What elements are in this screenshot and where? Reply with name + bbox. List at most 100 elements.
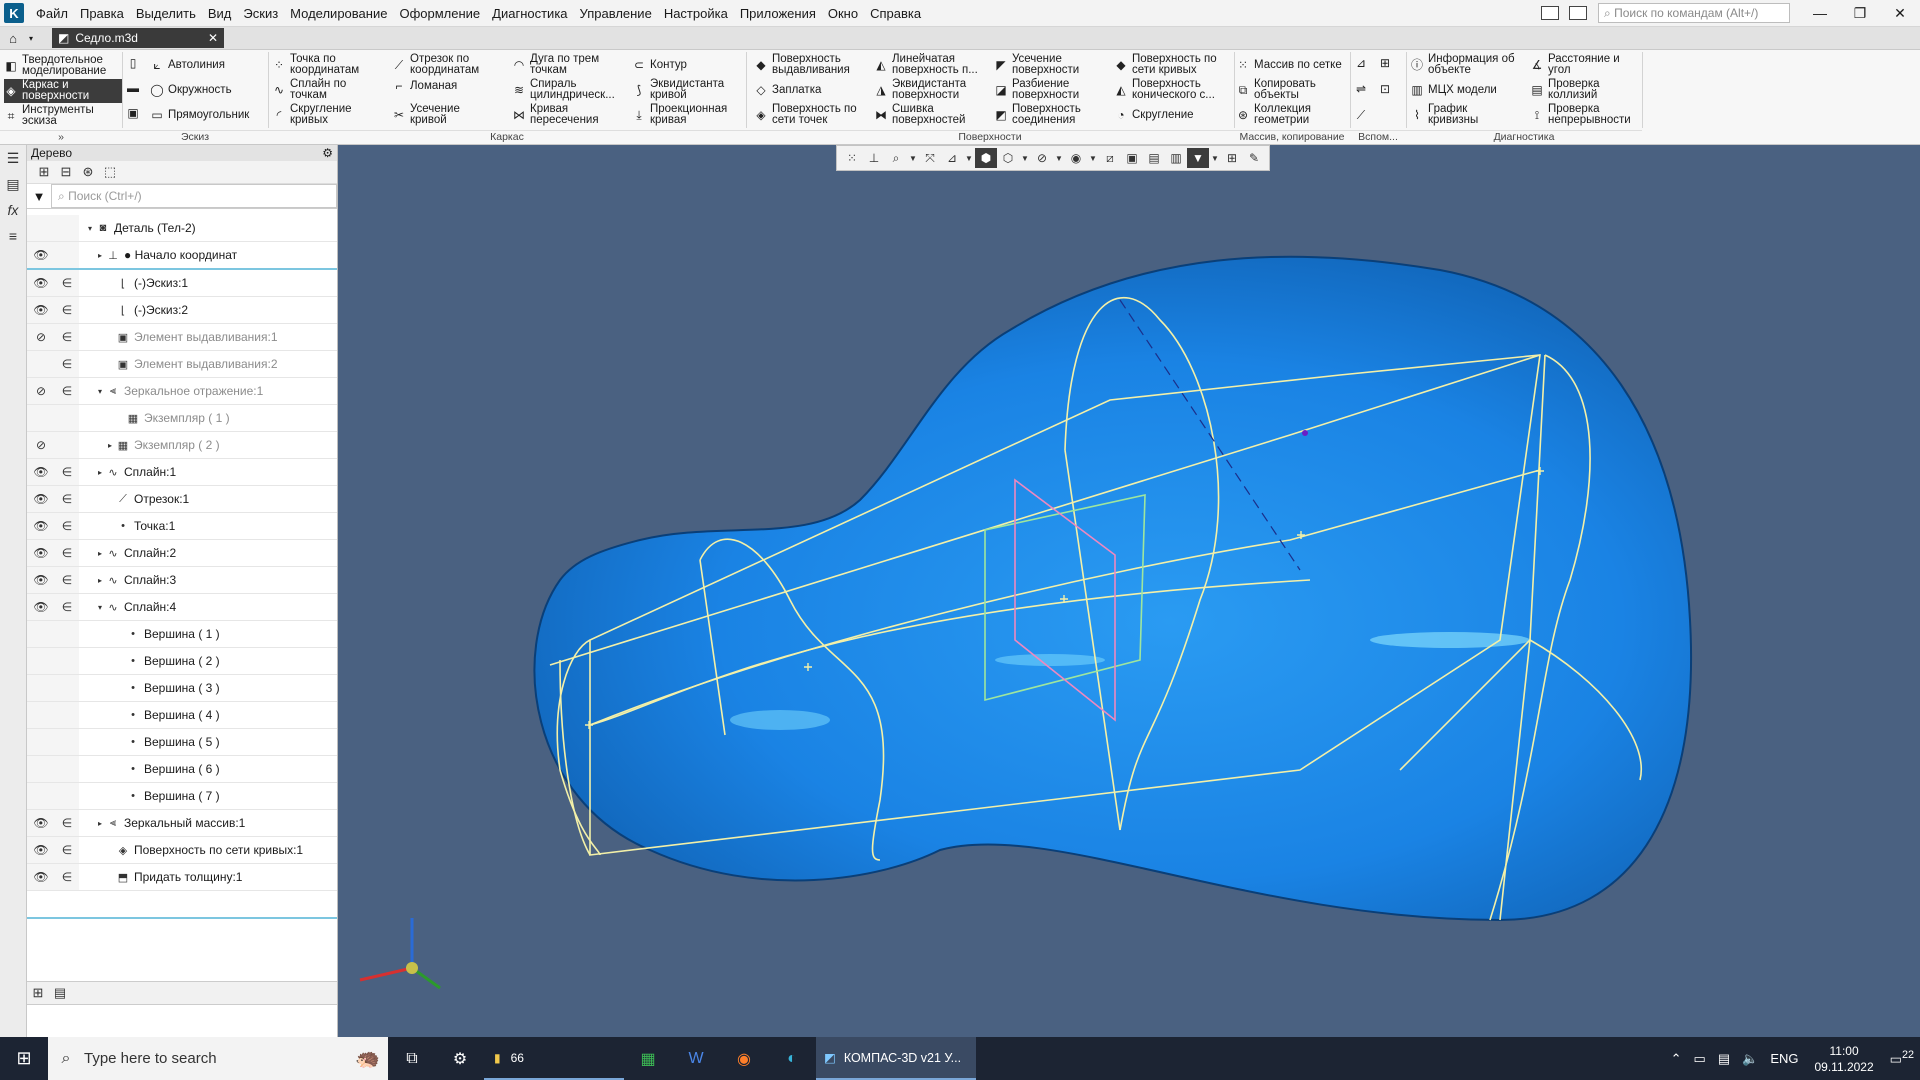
chevron-down-icon[interactable]: ▼ [1019, 148, 1031, 168]
close-tab-icon[interactable]: ✕ [208, 31, 218, 45]
autoline-button[interactable]: ⟀ Автолиния [150, 58, 225, 72]
minimize-button[interactable]: — [1800, 5, 1840, 21]
chevron-down-icon[interactable]: ▼ [1209, 148, 1221, 168]
selected-point[interactable] [1302, 430, 1308, 436]
expand-toggle-icon[interactable]: ▸ [105, 441, 115, 450]
point-grid-surface-button[interactable]: ◈ Поверхность по сети точек [754, 103, 856, 126]
tree-row[interactable]: ▦ Экземпляр ( 1 ) [27, 405, 337, 432]
visibility-icon[interactable] [27, 675, 55, 701]
tree-view-tab-icon[interactable]: ⊞ [27, 984, 49, 1002]
conic-surface-button[interactable]: ◭ Поверхность конического с... [1114, 78, 1215, 101]
orientation-triad[interactable] [359, 918, 441, 990]
menu-item[interactable]: Вид [202, 6, 238, 21]
tree-row[interactable]: 👁 ∈ ▸ ⫷ Зеркальный массив:1 [27, 810, 337, 837]
menu-item[interactable]: Приложения [734, 6, 822, 21]
curvature-graph-button[interactable]: ⌇ График кривизны [1410, 103, 1478, 126]
expand-toggle-icon[interactable]: ▸ [95, 549, 105, 558]
tree-row[interactable]: 👁 ∈ ▾ ∿ Сплайн:4 [27, 594, 337, 621]
aux-axis-button[interactable]: ⊞ [1378, 56, 1396, 70]
segment-by-coords-button[interactable]: ⟋ Отрезок по координатам [392, 53, 479, 76]
restore-button[interactable]: ❐ [1840, 5, 1880, 22]
surfaces-group-label[interactable]: Поверхности [746, 130, 1234, 144]
language-indicator[interactable]: ENG [1764, 1051, 1804, 1066]
menu-item[interactable]: Окно [822, 6, 864, 21]
dependency-icon[interactable]: ∈ [55, 594, 79, 620]
aux-group-label[interactable]: Вспом... [1350, 130, 1406, 144]
tree-row[interactable]: • Вершина ( 5 ) [27, 729, 337, 756]
dependency-icon[interactable] [55, 702, 79, 728]
new-sketch-button[interactable]: ▯ [126, 56, 144, 70]
windows-start-button[interactable]: ⊞ [0, 1037, 48, 1080]
taskbar-search-input[interactable]: ⌕ Type here to search 🦔 [48, 1037, 388, 1080]
kompas-logo-icon[interactable]: K [4, 3, 24, 23]
pan-icon[interactable]: ⤧ [919, 148, 941, 168]
aux-cs-button[interactable]: ⊡ [1378, 82, 1396, 96]
tree-row[interactable]: ▾ ◙ Деталь (Тел-2) [27, 215, 337, 242]
collision-check-button[interactable]: ▤ Проверка коллизий [1530, 78, 1599, 101]
dependency-icon[interactable] [55, 621, 79, 647]
point-by-coords-button[interactable]: ⁘ Точка по координатам [272, 53, 359, 76]
visibility-icon[interactable]: 👁 [27, 594, 55, 620]
offset-surface-button[interactable]: ◮ Эквидистанта поверхности [874, 78, 966, 101]
dependency-icon[interactable]: ∈ [55, 459, 79, 485]
chevron-down-icon[interactable]: ▼ [907, 148, 919, 168]
panel-layout-icon[interactable] [1541, 6, 1559, 20]
close-button[interactable]: ✕ [1880, 5, 1920, 22]
patch-button[interactable]: ◇ Заплатка [754, 83, 821, 97]
snapshot-icon[interactable]: ▥ [1165, 148, 1187, 168]
taskbar-kompas[interactable]: ◩ КОМПАС-3D v21 У... [816, 1037, 976, 1080]
expand-toggle-icon[interactable]: ▸ [95, 251, 105, 260]
dependency-icon[interactable]: ∈ [55, 324, 79, 350]
firefox-icon[interactable]: ◉ [720, 1037, 768, 1080]
coordinate-axes-icon[interactable]: ⊥ [863, 148, 885, 168]
menu-item[interactable]: Оформление [393, 6, 486, 21]
continuity-check-button[interactable]: ⟟ Проверка непрерывности [1530, 103, 1631, 126]
ruled-surface-button[interactable]: ◭ Линейчатая поверхность п... [874, 53, 977, 76]
shaded-view-icon[interactable]: ⬢ [975, 148, 997, 168]
menu-item[interactable]: Эскиз [237, 6, 284, 21]
menu-item[interactable]: Выделить [130, 6, 202, 21]
surface-fillet-button[interactable]: ◔ Скругление [1114, 108, 1193, 122]
tree-links-icon[interactable]: ⊛ [77, 163, 99, 181]
zoom-icon[interactable]: ⌕ [885, 148, 907, 168]
dependency-icon[interactable] [55, 215, 79, 241]
offset-curve-button[interactable]: ⟆ Эквидистанта кривой [632, 78, 724, 101]
visibility-icon[interactable] [27, 783, 55, 809]
tree-row[interactable]: ⊘ ▸ ▦ Экземпляр ( 2 ) [27, 432, 337, 459]
aux-line-button[interactable]: ⟋ [1354, 108, 1372, 122]
visibility-icon[interactable]: 👁 [27, 297, 55, 323]
tree-panel-icon[interactable]: ☰ [0, 145, 26, 171]
tree-row[interactable]: 👁 ∈ ▸ ∿ Сплайн:1 [27, 459, 337, 486]
network-icon[interactable]: ▤ [1712, 1051, 1736, 1067]
expand-toggle-icon[interactable]: ▸ [95, 468, 105, 477]
tree-row[interactable]: 👁 ∈ ▸ ∿ Сплайн:2 [27, 540, 337, 567]
frame-group-label[interactable]: Каркас [268, 130, 746, 144]
intersection-curve-button[interactable]: ⋈ Кривая пересечения [512, 103, 599, 126]
cylindrical-helix-button[interactable]: ≋ Спираль цилиндрическ... [512, 78, 615, 101]
tree-row[interactable]: 👁 ∈ ⌊ (-)Эскиз:2 [27, 297, 337, 324]
filter-icon[interactable]: ▼ [1187, 148, 1209, 168]
tree-row[interactable]: • Вершина ( 4 ) [27, 702, 337, 729]
expand-toggle-icon[interactable]: ▾ [95, 387, 105, 396]
trim-surface-button[interactable]: ◤ Усечение поверхности [994, 53, 1079, 76]
filter-icon[interactable]: ▼ [27, 189, 51, 204]
visibility-icon[interactable]: 👁 [27, 513, 55, 539]
object-info-button[interactable]: ⓘ Информация об объекте [1410, 53, 1515, 76]
menu-item[interactable]: Моделирование [284, 6, 393, 21]
tree-search-input[interactable]: ⌕ Поиск (Ctrl+/) [51, 184, 337, 208]
wireframe-view-icon[interactable]: ⬡ [997, 148, 1019, 168]
dependency-icon[interactable] [55, 729, 79, 755]
tree-row[interactable]: 👁 ∈ ⟋ Отрезок:1 [27, 486, 337, 513]
display-mode-icon[interactable]: ◉ [1065, 148, 1087, 168]
array-group-label[interactable]: Массив, копирование [1234, 130, 1350, 144]
dependency-icon[interactable] [55, 242, 79, 268]
aux-point-button[interactable]: ⇌ [1354, 82, 1372, 96]
tree-row[interactable]: • Вершина ( 6 ) [27, 756, 337, 783]
dependency-icon[interactable]: ∈ [55, 297, 79, 323]
tree-row[interactable]: • Вершина ( 2 ) [27, 648, 337, 675]
volume-icon[interactable]: 🔈 [1736, 1051, 1764, 1067]
visibility-icon[interactable] [27, 405, 55, 431]
menu-item[interactable]: Управление [574, 6, 658, 21]
copy-objects-button[interactable]: ⧉ Копировать объекты [1236, 78, 1316, 101]
tabs-dropdown-icon[interactable]: ▾ [26, 34, 36, 43]
